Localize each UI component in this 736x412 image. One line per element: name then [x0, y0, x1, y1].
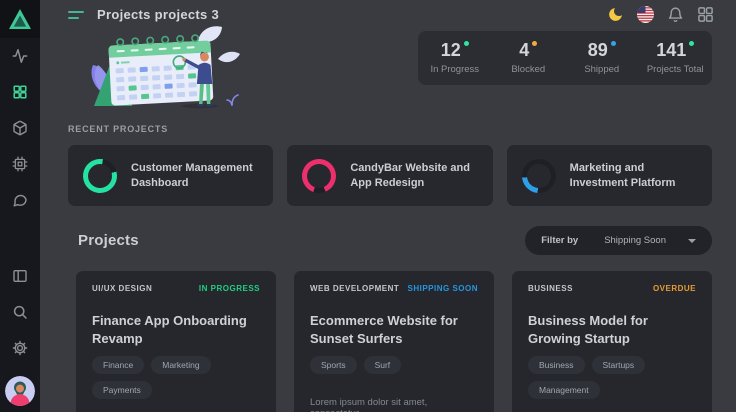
stat-value: 141 [656, 41, 686, 59]
recent-projects-label: RECENT PROJECTS [68, 124, 712, 134]
status-dot [689, 41, 694, 46]
tag[interactable]: Marketing [151, 356, 210, 374]
project-category: BUSINESS [528, 284, 573, 293]
filter-selected-value: Shipping Soon [604, 235, 666, 246]
project-card[interactable]: WEB DEVELOPMENT SHIPPING SOON Ecommerce … [294, 271, 494, 412]
avatar-image [5, 376, 35, 406]
tag[interactable]: Startups [592, 356, 646, 374]
tag[interactable]: Sports [310, 356, 357, 374]
project-card[interactable]: BUSINESS OVERDUE Business Model for Grow… [512, 271, 712, 412]
stat-value: 12 [441, 41, 461, 59]
tag[interactable]: Payments [92, 381, 152, 399]
main-area: Projects projects 3 [40, 0, 736, 412]
bell-icon[interactable] [667, 6, 684, 23]
chevron-down-icon [688, 239, 696, 243]
project-tags: Finance Marketing Payments [92, 356, 260, 399]
tag[interactable]: Management [528, 381, 600, 399]
progress-ring [520, 157, 557, 194]
recent-card-title: Customer Management Dashboard [131, 161, 258, 191]
project-description: Lorem ipsum dolor sit amet, consectetur [310, 397, 478, 412]
project-category: UI/UX DESIGN [92, 284, 152, 293]
stat-label: Shipped [565, 64, 639, 75]
search-icon[interactable] [12, 304, 28, 320]
project-status-badge: IN PROGRESS [199, 284, 260, 293]
triangle-logo-icon [8, 8, 32, 30]
project-card[interactable]: UI/UX DESIGN IN PROGRESS Finance App Onb… [76, 271, 276, 412]
stat-label: In Progress [418, 64, 492, 75]
tag[interactable]: Finance [92, 356, 144, 374]
calendar-illustration [82, 25, 240, 116]
project-title: Finance App Onboarding Revamp [92, 312, 260, 347]
page-title: Projects projects 3 [97, 7, 219, 22]
stat-shipped: 89 Shipped [565, 41, 639, 75]
apps-grid-icon[interactable] [697, 6, 714, 23]
dashboard-grid-icon[interactable] [12, 84, 28, 100]
tag[interactable]: Surf [364, 356, 402, 374]
project-category: WEB DEVELOPMENT [310, 284, 399, 293]
settings-icon[interactable] [12, 340, 28, 356]
recent-projects-grid: Customer Management Dashboard CandyBar W… [68, 145, 712, 206]
progress-ring [298, 154, 342, 198]
us-flag-icon[interactable] [637, 6, 654, 23]
hero-row: 12 In Progress 4 Blocked 89 Shipped 141 … [68, 23, 712, 116]
status-dot [611, 41, 616, 46]
recent-card-title: Marketing and Investment Platform [570, 161, 697, 191]
stat-in-progress: 12 In Progress [418, 41, 492, 75]
moon-icon[interactable] [607, 6, 624, 23]
recent-card[interactable]: Marketing and Investment Platform [507, 145, 712, 206]
stat-blocked: 4 Blocked [492, 41, 566, 75]
recent-card-title: CandyBar Website and App Redesign [350, 161, 477, 191]
app-logo[interactable] [0, 0, 40, 38]
project-tags: Sports Surf [310, 356, 478, 374]
recent-card[interactable]: CandyBar Website and App Redesign [287, 145, 492, 206]
projects-header: Projects Filter by Shipping Soon [68, 226, 712, 255]
filter-dropdown[interactable]: Filter by Shipping Soon [525, 226, 712, 255]
progress-ring [79, 155, 121, 197]
chat-icon[interactable] [12, 192, 28, 208]
project-title: Business Model for Growing Startup [528, 312, 696, 347]
filter-label: Filter by [541, 235, 578, 246]
stat-label: Projects Total [639, 64, 713, 75]
status-dot [532, 41, 537, 46]
content: 12 In Progress 4 Blocked 89 Shipped 141 … [40, 23, 736, 412]
project-status-badge: SHIPPING SOON [407, 284, 478, 293]
topbar-icons [607, 6, 714, 23]
sidebar-nav [12, 48, 28, 208]
project-status-badge: OVERDUE [653, 284, 696, 293]
projects-grid: UI/UX DESIGN IN PROGRESS Finance App Onb… [68, 271, 712, 412]
status-dot [464, 41, 469, 46]
stat-label: Blocked [492, 64, 566, 75]
stats-card: 12 In Progress 4 Blocked 89 Shipped 141 … [418, 31, 712, 85]
projects-heading: Projects [78, 232, 139, 249]
stat-value: 89 [588, 41, 608, 59]
tag[interactable]: Business [528, 356, 585, 374]
user-avatar[interactable] [5, 376, 35, 406]
recent-card[interactable]: Customer Management Dashboard [68, 145, 273, 206]
menu-icon[interactable] [68, 11, 84, 19]
sidebar [0, 0, 40, 412]
topbar: Projects projects 3 [40, 0, 736, 23]
activity-icon[interactable] [12, 48, 28, 64]
cpu-icon[interactable] [12, 156, 28, 172]
sidebar-bottom [5, 268, 35, 412]
stat-projects-total: 141 Projects Total [639, 41, 713, 75]
project-title: Ecommerce Website for Sunset Surfers [310, 312, 478, 347]
box-icon[interactable] [12, 120, 28, 136]
stat-value: 4 [519, 41, 529, 59]
project-tags: Business Startups Management [528, 356, 696, 399]
layout-icon[interactable] [12, 268, 28, 284]
